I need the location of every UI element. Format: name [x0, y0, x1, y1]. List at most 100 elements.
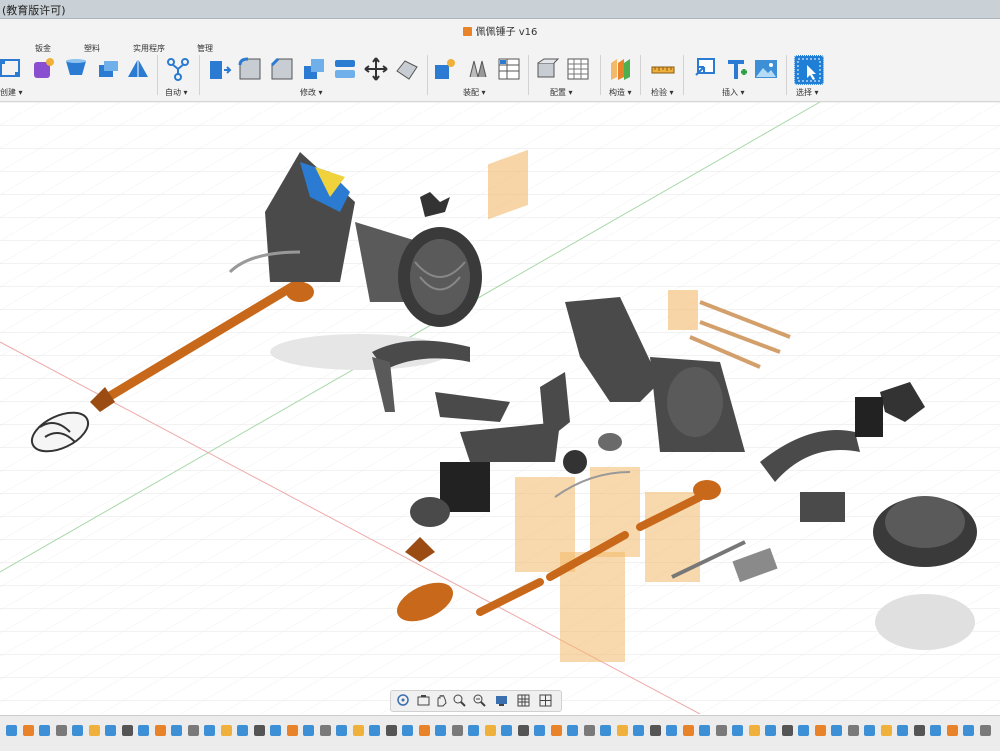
- timeline-feature-icon[interactable]: [649, 725, 661, 736]
- group-select-label[interactable]: 选择 ▾: [796, 87, 819, 98]
- group-configure-label[interactable]: 配置 ▾: [550, 87, 573, 98]
- timeline-feature-icon[interactable]: [666, 725, 677, 736]
- group-automate-label[interactable]: 自动 ▾: [165, 87, 188, 98]
- timeline-feature-icon[interactable]: [814, 725, 826, 736]
- timeline-feature-icon[interactable]: [187, 725, 199, 736]
- group-modify-label[interactable]: 修改 ▾: [300, 87, 323, 98]
- timeline[interactable]: [0, 715, 1000, 751]
- move-icon[interactable]: [364, 57, 388, 81]
- shell-icon[interactable]: [333, 57, 357, 81]
- timeline-feature-icon[interactable]: [204, 725, 215, 736]
- loft-icon[interactable]: [126, 57, 150, 81]
- chamfer-icon[interactable]: [270, 57, 294, 81]
- joint-icon[interactable]: [466, 57, 490, 81]
- insert-image-icon[interactable]: [754, 57, 778, 81]
- insert-derive-icon[interactable]: [694, 57, 718, 81]
- revolve-icon[interactable]: [96, 57, 120, 81]
- pan-icon[interactable]: [435, 694, 448, 707]
- tab-plastic[interactable]: 塑料: [84, 43, 100, 54]
- measure-icon[interactable]: [651, 57, 675, 81]
- timeline-feature-icon[interactable]: [303, 725, 314, 736]
- timeline-feature-icon[interactable]: [253, 725, 265, 736]
- timeline-feature-icon[interactable]: [699, 725, 710, 736]
- timeline-feature-icon[interactable]: [220, 725, 232, 736]
- timeline-feature-icon[interactable]: [336, 725, 347, 736]
- timeline-feature-icon[interactable]: [831, 725, 842, 736]
- timeline-feature-icon[interactable]: [484, 725, 496, 736]
- timeline-feature-icon[interactable]: [121, 725, 133, 736]
- grid-settings-icon[interactable]: [517, 694, 530, 707]
- group-assemble-label[interactable]: 装配 ▾: [463, 87, 486, 98]
- viewports-icon[interactable]: [539, 694, 552, 707]
- timeline-feature-icon[interactable]: [930, 725, 941, 736]
- timeline-feature-icon[interactable]: [138, 725, 149, 736]
- timeline-feature-icon[interactable]: [765, 725, 776, 736]
- timeline-feature-icon[interactable]: [6, 725, 17, 736]
- timeline-feature-icon[interactable]: [418, 725, 430, 736]
- combine-icon[interactable]: [302, 57, 326, 81]
- timeline-feature-icon[interactable]: [682, 725, 694, 736]
- timeline-feature-icon[interactable]: [550, 725, 562, 736]
- display-settings-icon[interactable]: [495, 694, 508, 707]
- timeline-feature-icon[interactable]: [501, 725, 512, 736]
- timeline-feature-icon[interactable]: [963, 725, 974, 736]
- 3d-viewport[interactable]: [0, 101, 1000, 715]
- timeline-feature-icon[interactable]: [567, 725, 578, 736]
- scale-icon[interactable]: [395, 57, 419, 81]
- timeline-feature-icon[interactable]: [402, 725, 413, 736]
- timeline-feature-icon[interactable]: [435, 725, 446, 736]
- timeline-feature-icon[interactable]: [798, 725, 809, 736]
- timeline-feature-icon[interactable]: [171, 725, 182, 736]
- timeline-feature-icon[interactable]: [913, 725, 925, 736]
- timeline-feature-icon[interactable]: [22, 725, 34, 736]
- timeline-feature-icon[interactable]: [352, 725, 364, 736]
- timeline-feature-icon[interactable]: [616, 725, 628, 736]
- document-tab[interactable]: 佩佩锤子 v16: [0, 23, 1000, 38]
- timeline-feature-icon[interactable]: [72, 725, 83, 736]
- sketch-icon[interactable]: [0, 57, 24, 81]
- insert-mesh-icon[interactable]: [724, 57, 748, 81]
- orbit-icon[interactable]: [397, 694, 410, 707]
- press-pull-icon[interactable]: [208, 57, 232, 81]
- tab-sheet-metal[interactable]: 钣金: [35, 43, 51, 54]
- timeline-feature-icon[interactable]: [946, 725, 958, 736]
- timeline-feature-icon[interactable]: [600, 725, 611, 736]
- group-inspect-label[interactable]: 检验 ▾: [651, 87, 674, 98]
- timeline-feature-icon[interactable]: [39, 725, 50, 736]
- timeline-feature-icon[interactable]: [369, 725, 380, 736]
- table-icon[interactable]: [566, 57, 590, 81]
- group-insert-label[interactable]: 插入 ▾: [722, 87, 745, 98]
- timeline-feature-icon[interactable]: [897, 725, 908, 736]
- timeline-feature-icon[interactable]: [732, 725, 743, 736]
- form-icon[interactable]: [32, 57, 56, 81]
- timeline-feature-icon[interactable]: [781, 725, 793, 736]
- timeline-feature-icon[interactable]: [847, 725, 859, 736]
- bom-icon[interactable]: [497, 57, 521, 81]
- timeline-feature-icon[interactable]: [451, 725, 463, 736]
- look-at-icon[interactable]: [417, 694, 430, 707]
- timeline-feature-icon[interactable]: [583, 725, 595, 736]
- timeline-feature-icon[interactable]: [979, 725, 991, 736]
- timeline-feature-icon[interactable]: [633, 725, 644, 736]
- timeline-feature-icon[interactable]: [468, 725, 479, 736]
- tab-manage[interactable]: 管理: [197, 43, 213, 54]
- timeline-feature-icon[interactable]: [385, 725, 397, 736]
- fillet-icon[interactable]: [238, 57, 262, 81]
- timeline-feature-icon[interactable]: [154, 725, 166, 736]
- timeline-feature-icon[interactable]: [880, 725, 892, 736]
- offset-plane-icon[interactable]: [608, 57, 632, 81]
- timeline-feature-icon[interactable]: [748, 725, 760, 736]
- tab-utilities[interactable]: 实用程序: [133, 43, 165, 54]
- select-icon[interactable]: [794, 55, 824, 85]
- timeline-feature-icon[interactable]: [55, 725, 67, 736]
- timeline-feature-icon[interactable]: [237, 725, 248, 736]
- timeline-feature-icon[interactable]: [534, 725, 545, 736]
- timeline-feature-icon[interactable]: [319, 725, 331, 736]
- timeline-feature-icon[interactable]: [517, 725, 529, 736]
- timeline-feature-icon[interactable]: [105, 725, 116, 736]
- timeline-feature-icon[interactable]: [286, 725, 298, 736]
- configure-icon[interactable]: [536, 57, 560, 81]
- group-construct-label[interactable]: 构造 ▾: [609, 87, 632, 98]
- zoom-icon[interactable]: [453, 694, 466, 707]
- timeline-feature-icon[interactable]: [270, 725, 281, 736]
